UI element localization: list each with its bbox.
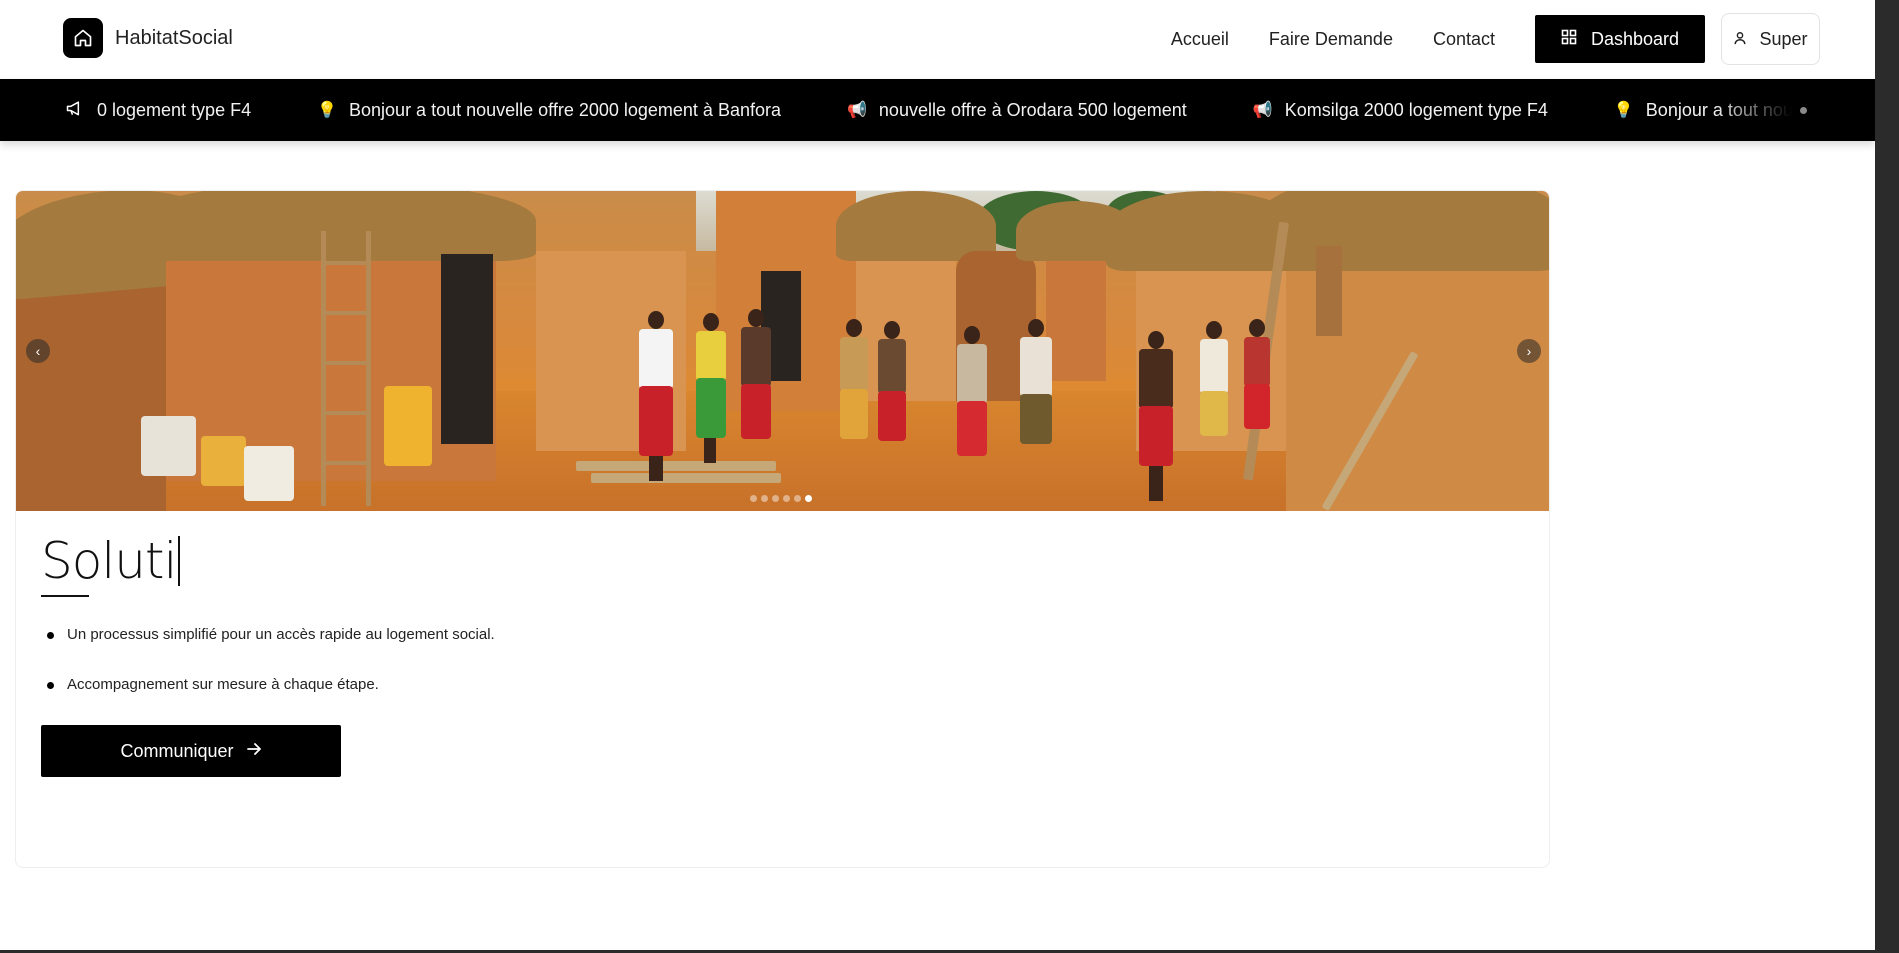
brand[interactable]: HabitatSocial (63, 18, 233, 58)
typing-cursor (178, 536, 181, 586)
hero-person (836, 319, 872, 469)
ticker-item: 💡 Bonjour a tout nouvelle offre 2000 log… (317, 100, 781, 121)
card-body: Soluti Un processus simplifié pour un ac… (41, 531, 1521, 777)
carousel-prev-button[interactable]: ‹ (26, 339, 50, 363)
carousel-indicator[interactable] (761, 495, 768, 502)
hero-person (1131, 331, 1181, 501)
dashboard-button[interactable]: Dashboard (1535, 15, 1705, 63)
ticker-item: 0 logement type F4 (65, 99, 251, 122)
nav-contact[interactable]: Contact (1413, 14, 1515, 64)
loudspeaker-icon: 📢 (1252, 102, 1273, 119)
feature-item: Un processus simplifié pour un accès rap… (41, 625, 1521, 645)
lightbulb-icon: 💡 (1613, 102, 1634, 119)
carousel-indicator-active[interactable] (805, 495, 812, 502)
ticker-text: nouvelle offre à Orodara 500 logement (878, 99, 1187, 120)
user-icon (1733, 29, 1747, 50)
page: HabitatSocial Accueil Faire Demande Cont… (0, 0, 1875, 950)
ticker-track: 0 logement type F4 💡 Bonjour a tout nouv… (65, 79, 1825, 141)
hero-bucket (141, 416, 196, 476)
hero-bucket (201, 436, 246, 486)
hero-person (691, 313, 731, 463)
grid-icon (1561, 29, 1577, 50)
title-underline (41, 595, 89, 597)
chevron-right-icon: › (1526, 343, 1532, 359)
nav-accueil[interactable]: Accueil (1151, 14, 1249, 64)
dashboard-label: Dashboard (1590, 28, 1680, 49)
ticker-text: Komsilga 2000 logement type F4 (1284, 99, 1548, 120)
solution-card: ‹ › Soluti Un processus simplifié pour u… (15, 190, 1550, 868)
lightbulb-icon: 💡 (317, 102, 338, 119)
chevron-left-icon: ‹ (35, 343, 41, 359)
brand-name: HabitatSocial (115, 26, 233, 49)
hero-ladder (321, 231, 371, 506)
carousel-indicators (750, 495, 812, 502)
user-name: Super (1759, 28, 1808, 49)
hero-person (1014, 319, 1058, 469)
nav-faire-demande[interactable]: Faire Demande (1249, 14, 1413, 64)
hero-bucket (384, 386, 432, 466)
ticker-text: 0 logement type F4 (97, 99, 252, 120)
hero-person (874, 321, 910, 466)
carousel-next-button[interactable]: › (1517, 339, 1541, 363)
hero-person (736, 309, 776, 464)
hero-carousel: ‹ › (16, 191, 1549, 511)
ticker-item: 📢 Komsilga 2000 logement type F4 (1253, 100, 1548, 121)
carousel-indicator[interactable] (750, 495, 757, 502)
section-title-text: Soluti (41, 532, 177, 590)
window-edge (1875, 0, 1899, 953)
ticker-item: 📢 nouvelle offre à Orodara 500 logement (847, 100, 1187, 121)
feature-item: Accompagnement sur mesure à chaque étape… (41, 675, 1521, 695)
home-icon (63, 18, 103, 58)
hero-person (1196, 321, 1232, 456)
hero-bucket (244, 446, 294, 501)
arrow-right-icon (246, 741, 262, 762)
carousel-indicator[interactable] (783, 495, 790, 502)
hero-plank (591, 473, 781, 483)
carousel-indicator[interactable] (772, 495, 779, 502)
carousel-indicator[interactable] (794, 495, 801, 502)
announcement-ticker: 0 logement type F4 💡 Bonjour a tout nouv… (0, 79, 1875, 141)
megaphone-icon (65, 99, 85, 122)
hero-window (1316, 246, 1342, 336)
top-navbar: HabitatSocial Accueil Faire Demande Cont… (0, 0, 1875, 79)
cta-label: Communiquer (120, 740, 234, 761)
user-menu-button[interactable]: Super (1721, 13, 1820, 65)
ticker-text: Bonjour a tout nouvelle offre 2000 logem… (349, 99, 781, 120)
hero-roof (1256, 191, 1549, 271)
section-title: Soluti (41, 531, 1521, 591)
main-nav: Accueil Faire Demande Contact Dashboard (1151, 13, 1820, 65)
feature-list: Un processus simplifié pour un accès rap… (41, 625, 1521, 695)
hero-person (1241, 319, 1273, 449)
communiquer-button[interactable]: Communiquer (41, 725, 341, 777)
ticker-fade (1715, 79, 1825, 141)
hero-person (951, 326, 993, 476)
hero-person (631, 311, 681, 481)
loudspeaker-icon: 📢 (847, 102, 867, 119)
hero-door (441, 254, 493, 444)
ticker-dot (1800, 107, 1807, 114)
